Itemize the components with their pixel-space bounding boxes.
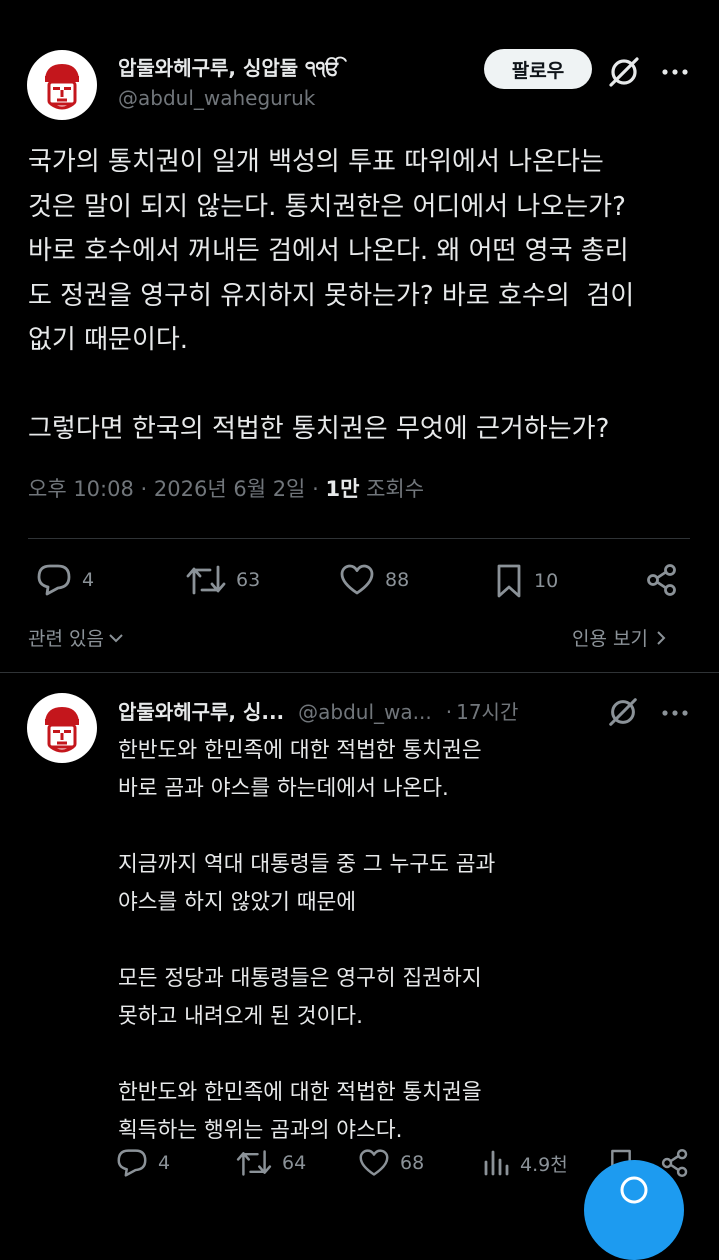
related-toggle[interactable]: 관련 있음 bbox=[28, 624, 124, 651]
repost-icon bbox=[236, 1150, 272, 1176]
post-text: 국가의 통치권이 일개 백성의 투표 따위에서 나온다는 것은 말이 되지 않는… bbox=[28, 147, 635, 444]
heart-icon bbox=[359, 1149, 389, 1176]
reply-repost-button[interactable]: 64 bbox=[236, 1148, 306, 1178]
reply-header: 압둘와헤구루, 싱... @abdul_wa... · 17시간 bbox=[118, 696, 518, 725]
reply-icon bbox=[117, 1149, 147, 1177]
like-button[interactable]: 88 bbox=[339, 563, 409, 597]
follow-button[interactable]: 팔로우 bbox=[484, 49, 592, 89]
compose-button[interactable] bbox=[584, 1160, 684, 1260]
views-count: 1만 bbox=[325, 477, 360, 501]
avatar-logo-icon bbox=[45, 707, 79, 753]
reply-button[interactable]: 4 bbox=[36, 563, 94, 597]
reply-text: 한반도와 한민족에 대한 적법한 통치권은 바로 곰과 야스를 하는데에서 나온… bbox=[118, 738, 496, 1143]
reply-repost-count: 64 bbox=[282, 1152, 307, 1174]
quotes-label: 인용 보기 bbox=[572, 628, 648, 650]
bookmark-count: 10 bbox=[534, 570, 559, 592]
grok-icon[interactable] bbox=[606, 54, 642, 94]
reply-time[interactable]: 17시간 bbox=[456, 696, 518, 725]
analytics-icon bbox=[484, 1150, 509, 1176]
reply-author-handle[interactable]: @abdul_wa... bbox=[298, 700, 432, 724]
reply-count: 4 bbox=[82, 569, 95, 591]
view-quotes-link[interactable]: 인용 보기 bbox=[572, 624, 666, 651]
author-handle[interactable]: @abdul_waheguruk bbox=[118, 86, 315, 110]
share-icon[interactable] bbox=[645, 563, 679, 601]
reply-reply-count: 4 bbox=[158, 1152, 171, 1174]
reply-like-button[interactable]: 68 bbox=[358, 1148, 424, 1178]
separator: · bbox=[140, 477, 148, 501]
post-meta: 오후 10:08 · 2026년 6월 2일 · 1만 조회수 bbox=[28, 473, 424, 503]
author-name[interactable]: 압둘와헤구루, 싱압둘 ੧ੴ bbox=[118, 52, 340, 81]
divider bbox=[28, 538, 690, 539]
related-label: 관련 있음 bbox=[28, 628, 104, 650]
bookmark-button[interactable]: 10 bbox=[494, 563, 558, 599]
views-label: 조회수 bbox=[366, 477, 425, 501]
section-divider bbox=[0, 672, 719, 673]
more-options-icon[interactable] bbox=[660, 62, 690, 86]
reply-icon bbox=[37, 564, 71, 596]
chevron-right-icon bbox=[657, 630, 666, 645]
reply-views-button[interactable]: 4.9천 bbox=[482, 1148, 568, 1178]
separator: · bbox=[312, 477, 319, 501]
heart-icon bbox=[340, 564, 374, 595]
repost-count: 63 bbox=[236, 569, 261, 591]
bookmark-icon bbox=[497, 564, 521, 598]
like-count: 88 bbox=[385, 569, 410, 591]
reply-author-name[interactable]: 압둘와헤구루, 싱... bbox=[118, 696, 284, 725]
reply-grok-icon[interactable] bbox=[606, 695, 640, 733]
avatar-logo-icon bbox=[45, 64, 79, 110]
chevron-down-icon bbox=[109, 633, 123, 642]
reply-avatar[interactable] bbox=[27, 693, 97, 763]
reply-reply-button[interactable]: 4 bbox=[116, 1148, 170, 1178]
repost-button[interactable]: 63 bbox=[186, 563, 260, 597]
reply-like-count: 68 bbox=[400, 1152, 425, 1174]
compose-plus-icon bbox=[620, 1176, 648, 1204]
avatar[interactable] bbox=[27, 50, 97, 120]
post-date[interactable]: 2026년 6월 2일 bbox=[154, 477, 305, 501]
separator: · bbox=[445, 700, 453, 724]
repost-icon bbox=[186, 565, 226, 595]
reply-views-count: 4.9천 bbox=[520, 1153, 568, 1176]
post-time[interactable]: 오후 10:08 bbox=[28, 477, 134, 501]
reply-more-options-icon[interactable] bbox=[660, 703, 690, 727]
